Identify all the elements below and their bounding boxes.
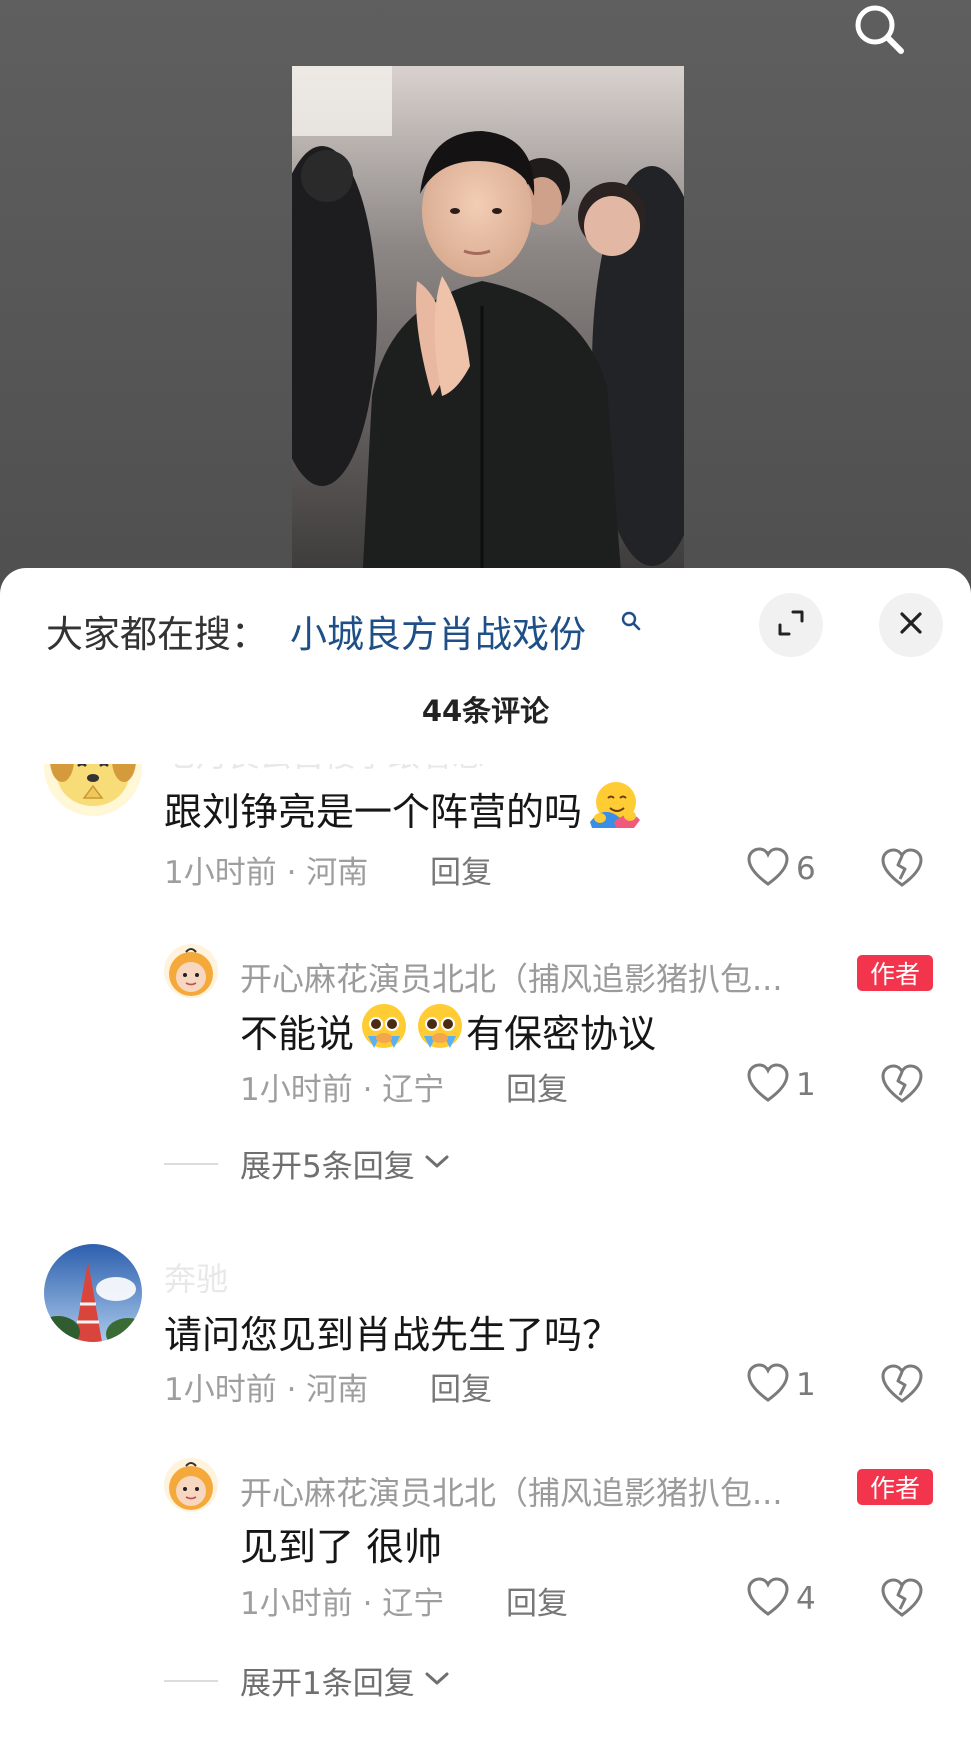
comment-text: 请问您见到肖战先生了吗？ <box>164 1313 621 1357</box>
search-icon[interactable] <box>620 610 642 632</box>
comment-time-location: 1小时前 · 河南 <box>164 855 369 891</box>
heart-icon <box>746 1062 790 1108</box>
reply-button[interactable]: 回复 <box>506 1064 568 1109</box>
heart-icon <box>746 846 790 892</box>
divider <box>164 1679 218 1682</box>
heart-icon <box>746 1576 790 1622</box>
comment-list[interactable]: 七月良云自楼了跟看忘 跟刘铮亮是一个阵营的吗 1小时前 · 河南 回复 <box>0 764 971 1748</box>
reply-time-location: 1小时前 · 辽宁 <box>240 1586 445 1622</box>
expand-replies-label: 展开5条回复 <box>240 1149 415 1185</box>
reply-text: 不能说 有保密协议 <box>240 1000 656 1061</box>
like-button[interactable]: 4 <box>746 1576 816 1622</box>
comment-username[interactable]: 奔驰 <box>164 1254 228 1300</box>
pleading-face-icon <box>358 1000 410 1061</box>
comment-sheet: 大家都在搜： 小城良方肖战戏份 44条评论 跟刘铮亮是一个阵营的吗 1小时前 ·… <box>0 568 971 1748</box>
chevron-down-icon <box>423 1669 451 1693</box>
author-badge: 作者 <box>857 1469 933 1505</box>
chevron-down-icon <box>423 1152 451 1176</box>
broken-heart-icon <box>880 1364 924 1409</box>
comment-count: 44条评论 <box>421 694 550 728</box>
trending-search-label: 大家都在搜： <box>46 613 268 656</box>
expand-replies-button[interactable]: 展开1条回复 <box>164 1658 451 1703</box>
expand-icon <box>776 608 806 642</box>
reply-time-location: 1小时前 · 辽宁 <box>240 1072 445 1108</box>
trending-search-link[interactable]: 小城良方肖战戏份 <box>290 604 586 658</box>
reply-text-content: 不能说 <box>240 1012 355 1056</box>
like-button[interactable]: 6 <box>746 846 816 892</box>
like-button[interactable]: 1 <box>746 1062 816 1108</box>
avatar[interactable] <box>164 944 218 998</box>
video-thumbnail <box>292 66 684 586</box>
broken-heart-icon <box>880 1064 924 1109</box>
comment-sheet-header: 大家都在搜： 小城良方肖战戏份 44条评论 <box>0 568 971 764</box>
reply-button[interactable]: 回复 <box>430 1364 492 1409</box>
like-count: 6 <box>796 851 816 887</box>
like-count: 1 <box>796 1367 816 1403</box>
reply-button[interactable]: 回复 <box>506 1578 568 1623</box>
avatar[interactable] <box>44 764 142 816</box>
dislike-button[interactable] <box>880 1363 924 1409</box>
expand-button[interactable] <box>759 593 823 657</box>
like-count: 4 <box>796 1581 816 1617</box>
reply-button[interactable]: 回复 <box>430 847 492 892</box>
divider <box>164 1162 218 1165</box>
reply-text-content: 有保密协议 <box>466 1012 657 1056</box>
avatar[interactable] <box>164 1458 218 1512</box>
expand-replies-label: 展开1条回复 <box>240 1666 415 1702</box>
dislike-button[interactable] <box>880 1063 924 1109</box>
hugging-face-icon <box>586 778 642 839</box>
expand-replies-button[interactable]: 展开5条回复 <box>164 1141 451 1186</box>
close-icon <box>898 610 924 640</box>
reply-text: 见到了 很帅 <box>240 1525 443 1569</box>
avatar[interactable] <box>44 1244 142 1342</box>
like-count: 1 <box>796 1067 816 1103</box>
close-button[interactable] <box>879 593 943 657</box>
comment-text: 跟刘铮亮是一个阵营的吗 <box>164 778 642 839</box>
broken-heart-icon <box>880 1578 924 1623</box>
broken-heart-icon <box>880 848 924 893</box>
reply-username[interactable]: 开心麻花演员北北（捕风追影猪扒包... <box>240 954 830 1000</box>
like-button[interactable]: 1 <box>746 1362 816 1408</box>
reply-username[interactable]: 开心麻花演员北北（捕风追影猪扒包... <box>240 1468 830 1514</box>
dislike-button[interactable] <box>880 847 924 893</box>
video-player[interactable] <box>0 0 971 600</box>
search-icon[interactable] <box>845 0 915 62</box>
dislike-button[interactable] <box>880 1577 924 1623</box>
pleading-face-icon <box>414 1000 466 1061</box>
author-badge: 作者 <box>857 955 933 991</box>
comment-text-content: 跟刘铮亮是一个阵营的吗 <box>164 790 583 834</box>
heart-icon <box>746 1362 790 1408</box>
comment-time-location: 1小时前 · 河南 <box>164 1372 369 1408</box>
comment-username[interactable]: 七月良云自楼了跟看忘 <box>164 764 484 776</box>
